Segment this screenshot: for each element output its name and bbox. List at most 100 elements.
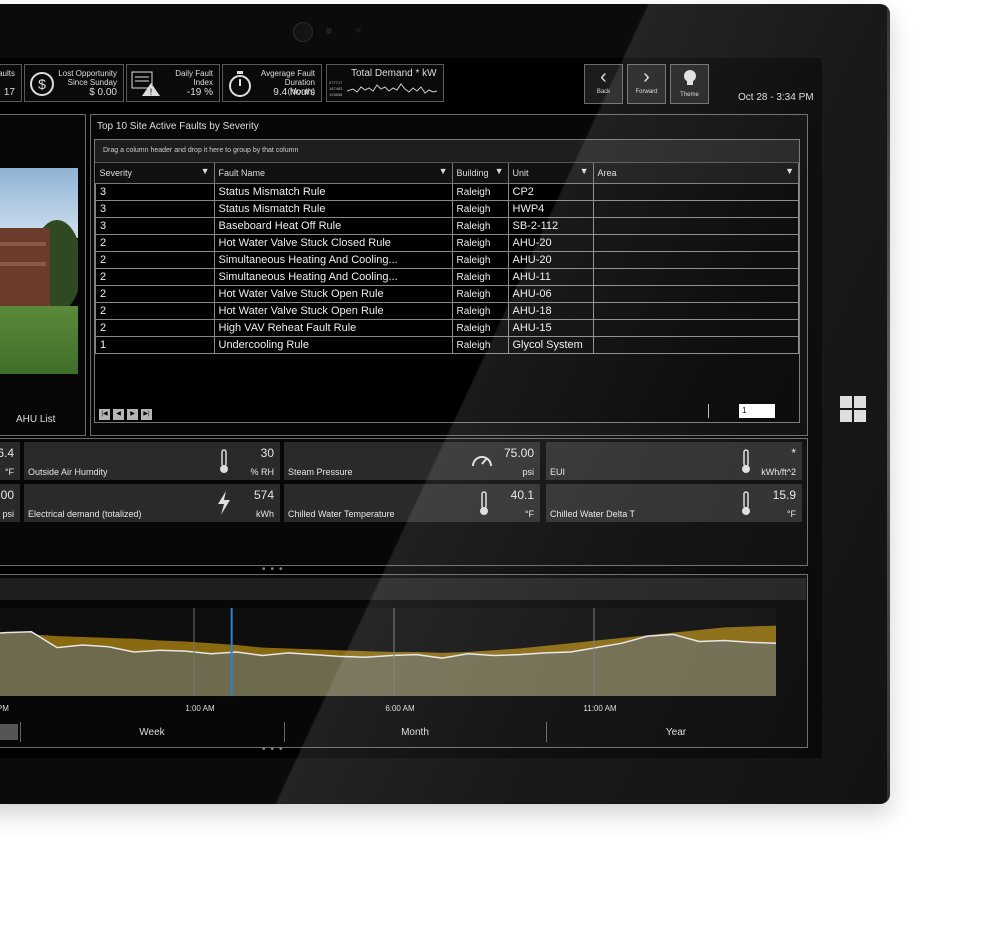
chart-x-axis: 8:00 PM 1:00 AM 6:00 AM 11:00 AM (0, 704, 798, 716)
faults-tile[interactable]: aults 17 (0, 64, 22, 102)
last-page-button[interactable]: ▶| (141, 409, 152, 420)
building-photo[interactable] (0, 168, 78, 374)
grid-pager: |◀ ◀ ▶ ▶| (99, 402, 155, 420)
cell-severity: 3 (95, 200, 215, 218)
cell-unit: AHU-20 (507, 234, 594, 252)
faults-value: 17 (3, 87, 15, 98)
cell-building: Raleigh (451, 251, 509, 269)
page-number-input[interactable]: 1 (739, 404, 775, 418)
metric-tile[interactable]: Chilled Water Delta T 15.9 °F (546, 484, 802, 522)
table-row[interactable]: 2 Simultaneous Heating And Cooling... Rale… (95, 251, 799, 269)
metric-value: 40.1 (510, 488, 534, 502)
metric-tile[interactable]: Chilled Water Temperature 40.1 °F (284, 484, 540, 522)
metric-unit: °F (524, 509, 534, 519)
cell-severity: 2 (95, 251, 215, 269)
cell-area (592, 268, 799, 286)
metric-name: Outside Air Humdity (28, 467, 108, 477)
first-page-button[interactable]: |◀ (99, 409, 110, 420)
metric-tile[interactable]: Electrical demand (totalized) 574 kWh (24, 484, 280, 522)
metric-unit: psi (2, 509, 14, 519)
day-tab-selected[interactable] (0, 724, 18, 740)
metric-tile[interactable]: Steam Pressure 75.00 psi (284, 442, 540, 480)
faults-table: Severity ▼ Fault Name ▼ Building ▼ Unit ▼ Ar… (95, 163, 799, 354)
camera-sensor (326, 28, 332, 34)
table-row[interactable]: 2 High VAV Reheat Fault Rule Raleigh AHU-15 (95, 319, 799, 337)
x-tick-label: 6:00 AM (385, 704, 415, 713)
column-header-fault-name[interactable]: Fault Name ▼ (214, 163, 453, 184)
metric-tile[interactable]: .00 psi (0, 484, 20, 522)
table-row[interactable]: 2 Hot Water Valve Stuck Open Rule Raleigh A… (95, 285, 799, 303)
metric-value: * (791, 446, 796, 460)
metric-name: Chilled Water Temperature (288, 509, 395, 519)
forward-button[interactable]: › Forward (627, 64, 666, 104)
column-header-area[interactable]: Area ▼ (593, 163, 799, 184)
faults-label: aults (0, 69, 15, 78)
total-demand-sparkline (347, 83, 438, 94)
range-tabs: Week Month Year (0, 720, 806, 744)
cell-building: Raleigh (451, 183, 509, 201)
cell-fault: Simultaneous Heating And Cooling... (213, 251, 453, 269)
filter-icon[interactable]: ▼ (580, 166, 589, 176)
filter-icon[interactable]: ▼ (439, 166, 448, 176)
ahu-list-link[interactable]: AHU List (16, 414, 55, 425)
cell-area (592, 200, 799, 218)
cell-unit: AHU-15 (507, 319, 594, 337)
filter-icon[interactable]: ▼ (785, 166, 794, 176)
cell-severity: 2 (95, 234, 215, 252)
windows-logo-icon[interactable] (840, 396, 868, 424)
cell-building: Raleigh (451, 302, 509, 320)
filter-icon[interactable]: ▼ (495, 166, 504, 176)
previous-page-button[interactable]: ◀ (113, 409, 124, 420)
cell-area (592, 336, 799, 354)
thermometer-icon (480, 491, 488, 515)
column-header-unit[interactable]: Unit ▼ (508, 163, 594, 184)
cell-severity: 2 (95, 302, 215, 320)
cell-severity: 2 (95, 268, 215, 286)
resize-handle-dots[interactable]: ••• (262, 744, 288, 755)
cell-building: Raleigh (451, 268, 509, 286)
table-row[interactable]: 3 Status Mismatch Rule Raleigh CP2 (95, 183, 799, 201)
next-page-button[interactable]: ▶ (127, 409, 138, 420)
trend-chart[interactable] (0, 604, 798, 704)
column-header-severity[interactable]: Severity ▼ (95, 163, 215, 184)
tab-month[interactable]: Month (284, 722, 546, 744)
group-by-hint[interactable]: Drag a column header and drop it here to… (95, 140, 799, 163)
metric-tile[interactable]: Outside Air Humdity 30 % RH (24, 442, 280, 480)
metric-unit: psi (522, 467, 534, 477)
pager-divider (708, 404, 709, 418)
table-row[interactable]: 3 Status Mismatch Rule Raleigh HWP4 (95, 200, 799, 218)
date-time: Oct 28 - 3:34 PM (738, 92, 814, 103)
metric-value: 15.9 (772, 488, 796, 502)
table-row[interactable]: 2 Hot Water Valve Stuck Open Rule Raleigh A… (95, 302, 799, 320)
theme-button[interactable]: Theme (670, 64, 709, 104)
total-demand-ticks: 277717 187483 103656 (329, 80, 343, 97)
table-row[interactable]: 1 Undercooling Rule Raleigh Glycol System (95, 336, 799, 354)
lightbulb-icon (683, 70, 696, 85)
lost-opportunity-tile[interactable]: $ Lost Opportunity Since Sunday $ 0.00 (24, 64, 124, 102)
thermometer-icon (742, 491, 750, 515)
back-button[interactable]: ‹ Back (584, 64, 623, 104)
metric-unit: °F (4, 467, 14, 477)
filter-icon[interactable]: ▼ (201, 166, 210, 176)
warning-icon: ! (131, 71, 160, 97)
column-header-building[interactable]: Building ▼ (452, 163, 509, 184)
svg-text:$: $ (38, 76, 46, 92)
daily-fault-index-label: Daily Fault Index (175, 69, 213, 87)
tab-year[interactable]: Year (546, 722, 806, 744)
metric-tile[interactable]: 6.4 °F (0, 442, 20, 480)
total-demand-tile[interactable]: Total Demand * kW 277717 187483 103656 (326, 64, 444, 102)
tab-week[interactable]: Week (20, 722, 284, 744)
table-row[interactable]: 2 Hot Water Valve Stuck Closed Rule Raleig… (95, 234, 799, 252)
x-tick-label: 11:00 AM (583, 704, 617, 713)
cell-area (592, 319, 799, 337)
metric-tile[interactable]: EUI * kWh/ft^2 (546, 442, 802, 480)
average-fault-duration-tile[interactable]: Avgerage Fault Duration (Month) 9.4 hour… (222, 64, 322, 102)
table-row[interactable]: 2 Simultaneous Heating And Cooling... Rale… (95, 268, 799, 286)
metric-value: 574 (253, 488, 274, 502)
total-demand-label: Total Demand * kW (351, 68, 437, 79)
cell-building: Raleigh (451, 336, 509, 354)
daily-fault-index-tile[interactable]: ! Daily Fault Index -19 % (126, 64, 220, 102)
cell-unit: Glycol System (507, 336, 594, 354)
cell-building: Raleigh (451, 217, 509, 235)
table-row[interactable]: 3 Baseboard Heat Off Rule Raleigh SB-2-112 (95, 217, 799, 235)
